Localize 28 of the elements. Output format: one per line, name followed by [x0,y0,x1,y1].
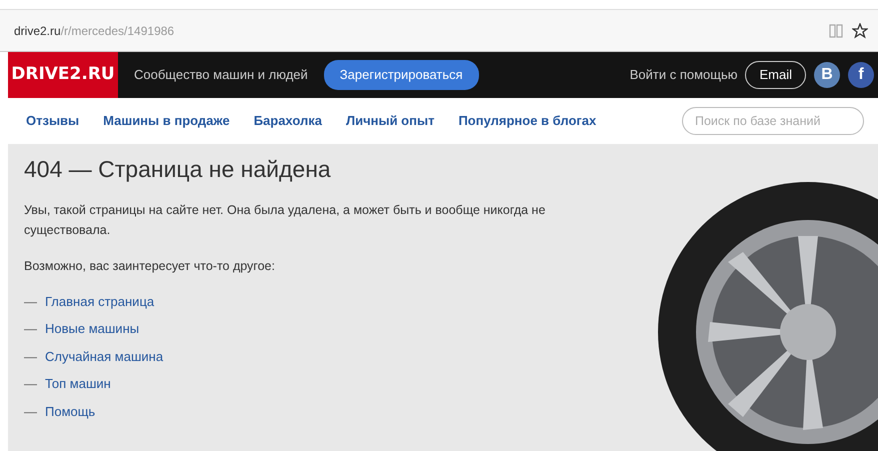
address-bar-url[interactable]: drive2.ru/r/mercedes/1491986 [14,22,174,40]
login-label: Войти с помощью [630,66,738,84]
vk-button[interactable]: B [814,62,840,88]
suggestion-link[interactable]: Случайная машина [45,346,164,366]
nav-link[interactable]: Отзывы [26,111,80,131]
site-tagline: Сообщество машин и людей [134,66,308,84]
dash-bullet: — [24,348,37,366]
nav-link[interactable]: Личный опыт [346,111,434,131]
register-button[interactable]: Зарегистрироваться [324,60,479,90]
email-button[interactable]: Email [745,61,806,89]
suggestion-text: Возможно, вас заинтересует что-то другое: [24,258,276,275]
facebook-button[interactable]: f [848,62,874,88]
dash-bullet: — [24,292,37,311]
dash-bullet: — [24,402,37,421]
star-icon[interactable] [852,22,868,38]
site-logo[interactable]: DRIVE2.RU [8,52,118,98]
suggestion-link[interactable]: Главная страница [45,292,154,312]
suggestion-link[interactable]: Топ машин [45,374,111,394]
error-message: Увы, такой страницы на сайте нет. Она была удалена, а может быть и вообще никогда не существовала. [24,202,546,239]
suggestion-link[interactable]: Новые машины [45,319,140,339]
dash-bullet: — [24,320,37,338]
nav-link[interactable]: Машины в продаже [103,111,230,131]
nav-link[interactable]: Популярное в блогах [458,111,596,131]
nav-link[interactable]: Барахолка [254,111,322,131]
suggestion-link[interactable]: Помощь [45,402,96,422]
dash-bullet: — [24,375,37,394]
page-title: 404 — Страница не найдена [24,156,332,184]
search-field[interactable]: Поиск по базе знаний [682,106,864,136]
